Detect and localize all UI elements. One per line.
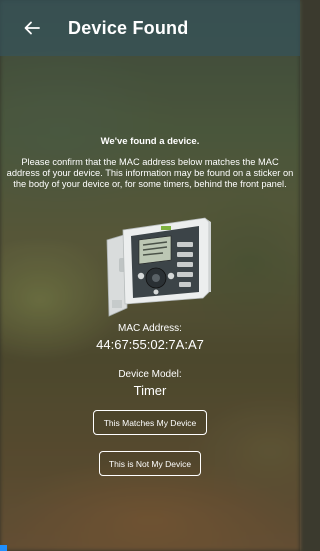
mac-address-value: 44:67:55:02:7A:A7: [96, 337, 204, 352]
corner-accent: [0, 545, 7, 551]
found-heading: We've found a device.: [100, 136, 200, 147]
device-model-label: Device Model:: [118, 369, 182, 380]
mac-address-label: MAC Address:: [118, 323, 182, 334]
device-model-value: Timer: [133, 383, 167, 398]
back-button[interactable]: [22, 18, 42, 38]
arrow-left-icon: [24, 21, 40, 35]
matches-device-button[interactable]: This Matches My Device: [93, 410, 207, 435]
timer-controller-image: [106, 217, 211, 317]
not-my-device-button[interactable]: This is Not My Device: [99, 451, 201, 476]
page-title: Device Found: [68, 17, 189, 38]
instructions-text: Please confirm that the MAC address belo…: [6, 157, 294, 190]
app-header: Device Found: [0, 0, 300, 56]
message-block: We've found a device. Please confirm tha…: [0, 136, 300, 191]
